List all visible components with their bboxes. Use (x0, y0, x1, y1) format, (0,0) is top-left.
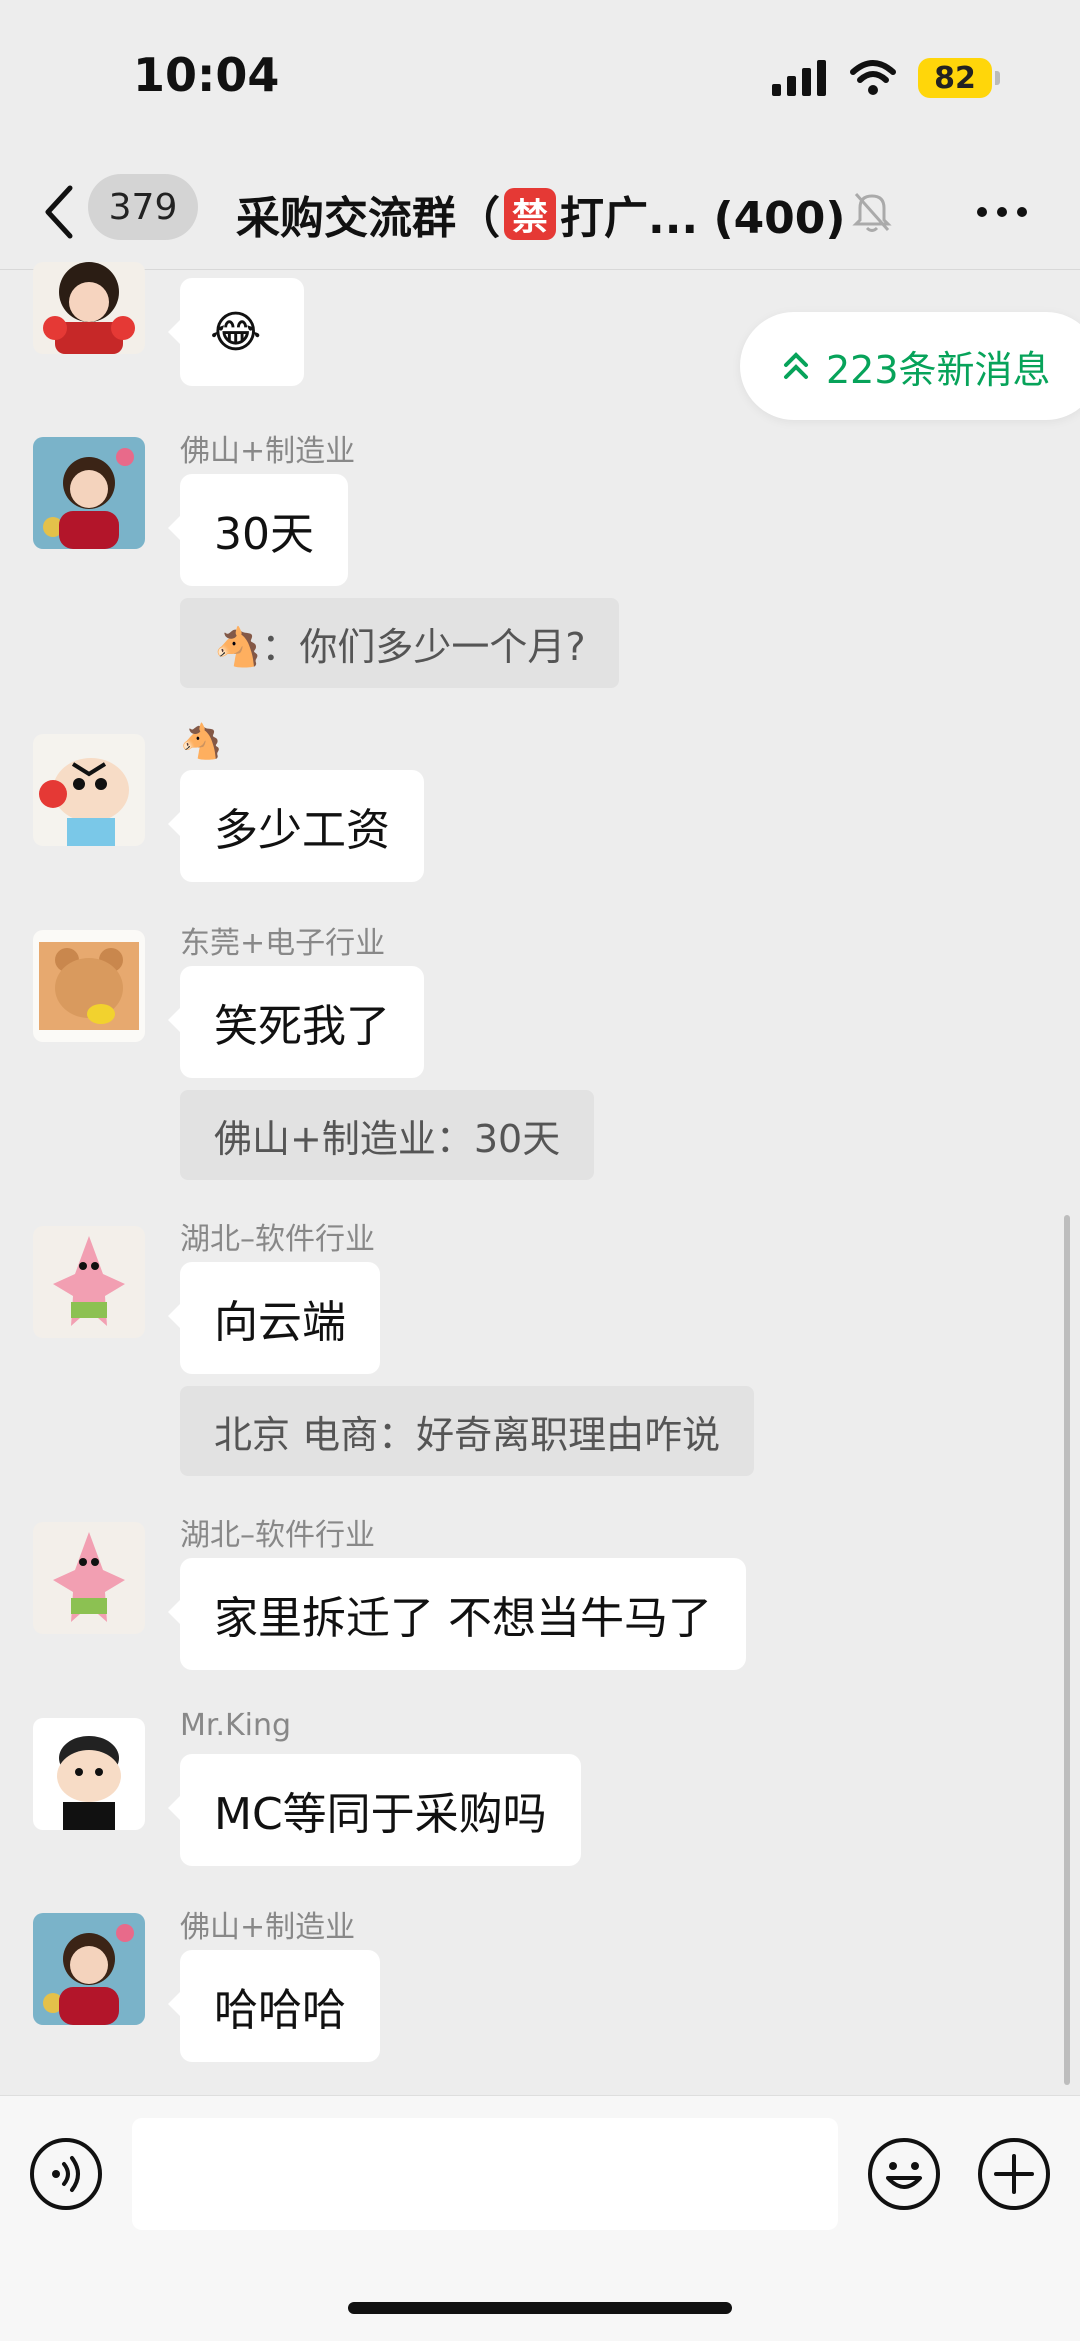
sender-name: 🐴 (180, 722, 223, 762)
chat-scrollbar[interactable] (1064, 1215, 1070, 2085)
sender-name: 东莞+电子行业 (180, 926, 386, 961)
message-bubble[interactable]: 向云端 (168, 1262, 380, 1374)
message-bubble[interactable]: 哈哈哈 (168, 1950, 380, 2062)
avatar[interactable] (33, 1522, 145, 1634)
message-bubble[interactable]: MC等同于采购吗 (168, 1754, 581, 1866)
battery-indicator: 82 (918, 58, 1000, 98)
avatar[interactable] (33, 734, 145, 846)
message-text: 😂 (210, 306, 262, 358)
message-bubble[interactable]: 笑死我了 (168, 966, 424, 1078)
message-text: 笑死我了 (214, 1001, 390, 1052)
avatar[interactable] (33, 262, 145, 354)
avatar[interactable] (33, 1718, 145, 1830)
status-time: 10:04 (133, 48, 280, 102)
wifi-icon (850, 60, 896, 95)
sticker-girl-avatar (33, 262, 145, 354)
crayon-shin-chan-avatar (33, 734, 145, 846)
signal-icon (772, 60, 826, 96)
child-photo-avatar (33, 1913, 145, 2025)
cartoon-boy-avatar (33, 1718, 145, 1830)
mute-bell-icon (852, 193, 892, 232)
home-indicator[interactable] (348, 2302, 732, 2314)
message-bubble[interactable]: 多少工资 (168, 770, 424, 882)
avatar[interactable] (33, 437, 145, 549)
message-text: 哈哈哈 (214, 1985, 346, 2036)
avatar[interactable] (33, 1226, 145, 1338)
message-text: MC等同于采购吗 (214, 1789, 547, 1840)
message-bubble[interactable]: 😂 (168, 278, 304, 386)
bear-avatar (33, 930, 145, 1042)
message-input[interactable] (132, 2118, 838, 2230)
unread-count-badge[interactable]: 379 (88, 174, 198, 240)
status-icons: 82 (772, 58, 1000, 98)
ban-emoji-icon: 禁 (504, 188, 556, 240)
message-bubble[interactable]: 30天 (168, 474, 348, 586)
message-bubble[interactable]: 家里拆迁了 不想当牛马了 (168, 1558, 746, 1670)
quote-text: 北京 电商：好奇离职理由咋说 (214, 1412, 721, 1457)
patrick-star-avatar (33, 1226, 145, 1338)
quoted-reply[interactable]: 北京 电商：好奇离职理由咋说 (180, 1386, 755, 1476)
status-bar: 10:04 82 (0, 0, 1080, 160)
quoted-reply[interactable]: 🐴：你们多少一个月? (180, 598, 620, 688)
voice-input-icon[interactable] (28, 2136, 104, 2212)
new-messages-button[interactable]: 223条新消息 (740, 312, 1080, 420)
patrick-star-avatar (33, 1522, 145, 1634)
plus-icon[interactable] (976, 2136, 1052, 2212)
avatar[interactable] (33, 1913, 145, 2025)
chat-title[interactable]: 采购交流群（ 禁 打广... (400) (236, 182, 846, 246)
double-chevron-up-icon (784, 352, 808, 379)
quote-text: 佛山+制造业：30天 (214, 1116, 561, 1161)
message-text: 30天 (214, 509, 314, 560)
quote-text: 🐴：你们多少一个月? (214, 624, 586, 669)
sender-name: 湖北–软件行业 (180, 1518, 375, 1553)
sender-name: 湖北–软件行业 (180, 1222, 375, 1257)
sender-name: 佛山+制造业 (180, 1910, 356, 1945)
sender-name: 佛山+制造业 (180, 434, 356, 469)
emoji-icon[interactable] (866, 2136, 942, 2212)
chat-title-prefix: 采购交流群（ (236, 193, 500, 244)
chat-header: 379 采购交流群（ 禁 打广... (400) (0, 160, 1080, 270)
message-text: 向云端 (214, 1297, 346, 1348)
more-options-icon[interactable] (974, 190, 1030, 234)
chat-title-suffix: 打广... (400) (560, 193, 846, 244)
quoted-reply[interactable]: 佛山+制造业：30天 (180, 1090, 595, 1180)
new-messages-label: 223条新消息 (826, 347, 1051, 392)
avatar[interactable] (33, 930, 145, 1042)
message-text: 多少工资 (214, 805, 390, 856)
back-arrow-icon[interactable] (40, 182, 80, 242)
child-photo-avatar (33, 437, 145, 549)
message-text: 家里拆迁了 不想当牛马了 (214, 1593, 712, 1644)
sender-name: Mr.King (180, 1708, 292, 1743)
